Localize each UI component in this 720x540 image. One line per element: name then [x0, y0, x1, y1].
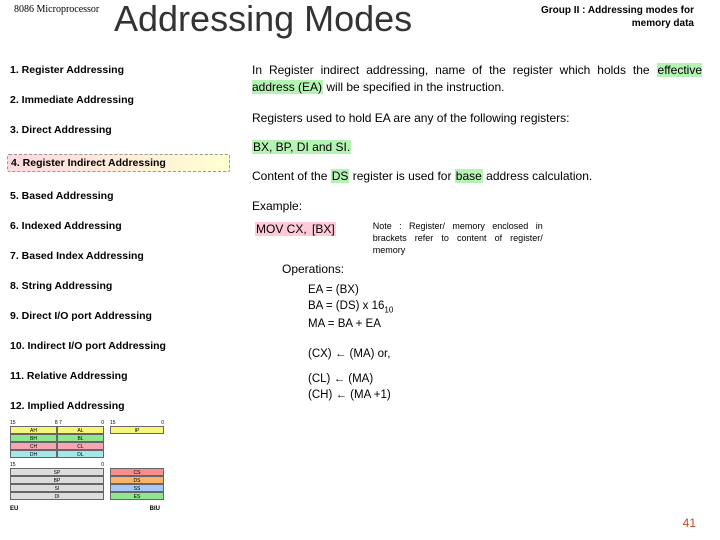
sidebar-item-5: 5. Based Addressing [10, 190, 230, 202]
res-cl: (CL) ← (MA) [308, 371, 702, 388]
d-sp: SP [10, 468, 104, 476]
d-cl: CL [57, 442, 104, 450]
sidebar-item-7: 7. Based Index Addressing [10, 250, 230, 262]
note-box: Note : Register/ memory enclosed in brac… [373, 221, 543, 256]
regs-highlight: BX, BP, DI and SI. [252, 140, 351, 154]
page-number: 41 [683, 516, 696, 530]
d-bp: BP [10, 476, 104, 484]
p3-hl-base: base [455, 169, 483, 183]
d-ip: IP [110, 426, 164, 434]
d-al: AL [57, 426, 104, 434]
main-content: In Register indirect addressing, name of… [252, 62, 702, 404]
sidebar-item-4-active: 4. Register Indirect Addressing [7, 154, 230, 172]
p3-b: register is used for [349, 169, 454, 183]
res-ch-a: (CH) [308, 389, 335, 401]
register-list: BX, BP, DI and SI. [252, 140, 702, 154]
d-bl: BL [57, 434, 104, 442]
d-ah: AH [10, 426, 57, 434]
arrow-icon: ← [335, 389, 347, 401]
operations-result: (CX) ← (MA) or, (CL) ← (MA) (CH) ← (MA +… [308, 346, 702, 404]
sidebar-item-9: 9. Direct I/O port Addressing [10, 310, 230, 322]
op-ba-sub: 10 [384, 306, 393, 315]
arrow-icon: ← [335, 348, 347, 360]
sidebar-item-3: 3. Direct Addressing [10, 124, 230, 136]
sidebar-item-12: 12. Implied Addressing [10, 400, 230, 412]
para-1: In Register indirect addressing, name of… [252, 62, 702, 96]
para-2: Registers used to hold EA are any of the… [252, 110, 702, 127]
code-mov: MOV CX, [255, 222, 311, 236]
operations-block: EA = (BX) BA = (DS) x 1610 MA = BA + EA [308, 282, 702, 332]
d-ds: DS [110, 476, 164, 484]
arrow-icon: ← [334, 373, 346, 385]
p3-c: address calculation. [483, 169, 592, 183]
d-es: ES [110, 492, 164, 500]
d-eu: EU [10, 506, 18, 512]
res-cx-a: (CX) [308, 348, 335, 360]
example-row: MOV CX, [BX] Note : Register/ memory enc… [252, 221, 702, 256]
res-ch-b: (MA +1) [347, 389, 391, 401]
res-cx-b: (MA) or, [346, 348, 390, 360]
d-si: SI [10, 484, 104, 492]
header-small: 8086 Microprocessor [14, 4, 99, 15]
group-label: Group II : Addressing modes for memory d… [514, 4, 694, 30]
example-label: Example: [252, 199, 702, 213]
code-instruction: MOV CX, [BX] [252, 221, 339, 237]
operations-label: Operations: [282, 262, 702, 276]
page-title: Addressing Modes [114, 0, 412, 40]
cpu-diagram: 15 8 7 0 AHAL BHBL CHCL DHDL 15 0 SP BP … [10, 420, 220, 530]
op-ba: BA = (DS) x 1610 [308, 298, 702, 315]
p3-a: Content of the [252, 169, 331, 183]
p1-text-a: In Register indirect addressing, name of… [252, 63, 657, 77]
op-ma: MA = BA + EA [308, 316, 702, 332]
res-cl-b: (MA) [345, 373, 373, 385]
d-biu: BIU [150, 506, 160, 512]
sidebar-item-1: 1. Register Addressing [10, 64, 230, 76]
res-cx: (CX) ← (MA) or, [308, 346, 702, 363]
d-di: DI [10, 492, 104, 500]
sidebar-item-2: 2. Immediate Addressing [10, 94, 230, 106]
op-ea: EA = (BX) [308, 282, 702, 298]
p1-text-b: will be [323, 80, 363, 94]
sidebar-item-11: 11. Relative Addressing [10, 370, 230, 382]
p1-text-c: specified in the instruction. [363, 80, 504, 94]
d-dl: DL [57, 450, 104, 458]
d-cs: CS [110, 468, 164, 476]
op-ba-text: BA = (DS) x 16 [308, 300, 384, 312]
sidebar-item-6: 6. Indexed Addressing [10, 220, 230, 232]
p3-hl-ds: DS [331, 169, 350, 183]
sidebar: 1. Register Addressing 2. Immediate Addr… [10, 64, 230, 430]
para-3: Content of the DS register is used for b… [252, 168, 702, 185]
d-dh: DH [10, 450, 57, 458]
sidebar-item-10: 10. Indirect I/O port Addressing [10, 340, 230, 352]
d-bh: BH [10, 434, 57, 442]
d-ss: SS [110, 484, 164, 492]
res-ch: (CH) ← (MA +1) [308, 387, 702, 404]
sidebar-item-8: 8. String Addressing [10, 280, 230, 292]
res-cl-a: (CL) [308, 373, 334, 385]
d-ch: CH [10, 442, 57, 450]
code-bx: [BX] [311, 222, 336, 236]
